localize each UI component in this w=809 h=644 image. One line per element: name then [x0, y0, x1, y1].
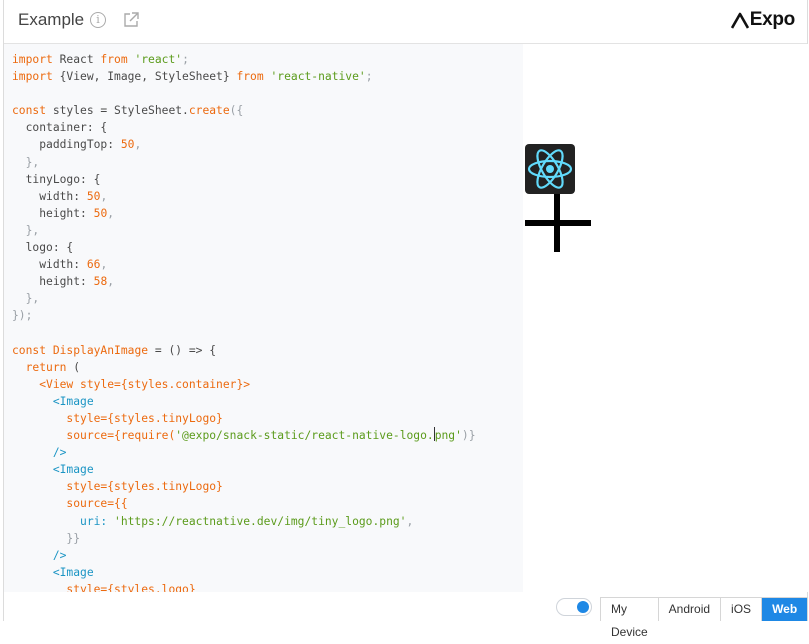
info-icon[interactable]: i [90, 12, 106, 28]
react-logo-icon [527, 149, 573, 189]
tab-ios[interactable]: iOS [721, 598, 763, 621]
web-preview [523, 44, 808, 592]
header-bar: Example i Expo [4, 0, 807, 44]
expo-brand[interactable]: Expo [730, 9, 796, 31]
brand-name: Expo [749, 9, 796, 30]
platform-tabs: My Device Android iOS Web [600, 597, 809, 639]
react-logo-image [525, 144, 575, 194]
open-in-new-icon[interactable] [122, 11, 140, 29]
code-editor[interactable]: import React from 'react'; import {View,… [4, 44, 523, 592]
expo-logo-icon [730, 12, 749, 29]
logo-image [525, 220, 591, 226]
toggle-switch[interactable] [556, 598, 592, 616]
code-text[interactable]: import React from 'react'; import {View,… [12, 51, 476, 592]
footer-bar: My Device Android iOS Web [4, 592, 809, 639]
tab-my-device[interactable]: My Device [601, 598, 659, 639]
tab-web[interactable]: Web [762, 598, 808, 621]
tab-android[interactable]: Android [658, 598, 722, 621]
toggle-knob [577, 601, 589, 613]
snack-embed: Example i Expo import React from 'react'… [3, 0, 809, 639]
page-title: Example [18, 10, 85, 29]
